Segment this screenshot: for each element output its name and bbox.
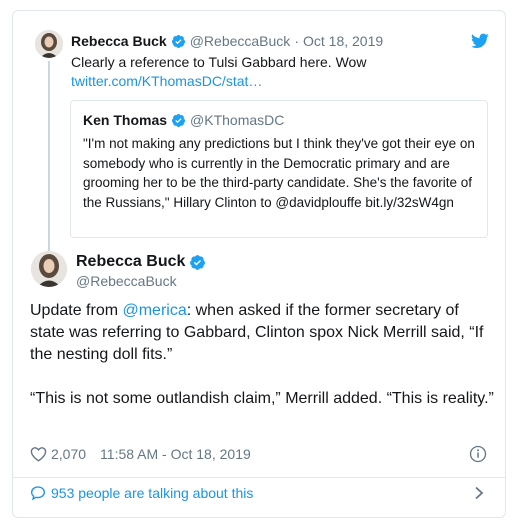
verified-badge-icon bbox=[171, 113, 186, 127]
quoted-tweet-text: "I'm not making any predictions but I th… bbox=[83, 136, 475, 210]
main-author-name-row: Rebecca Buck bbox=[76, 253, 210, 271]
quoted-author-handle: @KThomasDC bbox=[190, 112, 285, 128]
main-tweet-text: Update from @merica: when asked if the f… bbox=[30, 300, 494, 432]
merica-mention-link[interactable]: @merica bbox=[122, 302, 186, 319]
separator-dot: · bbox=[294, 33, 299, 49]
speech-bubble-icon bbox=[30, 486, 46, 501]
parent-tweet-date[interactable]: Oct 18, 2019 bbox=[303, 33, 383, 49]
parent-author-handle[interactable]: @RebeccaBuck bbox=[190, 33, 291, 49]
quoted-tweet[interactable]: Ken Thomas @KThomasDC "I'm not making an… bbox=[70, 100, 488, 238]
main-author-handle[interactable]: @RebeccaBuck bbox=[76, 273, 177, 289]
like-count[interactable]: 2,070 bbox=[51, 446, 86, 462]
thread-line bbox=[48, 61, 50, 253]
parent-avatar[interactable] bbox=[35, 30, 63, 58]
chevron-right-icon[interactable] bbox=[473, 486, 485, 500]
quoted-tweet-header: Ken Thomas @KThomasDC bbox=[83, 112, 284, 128]
parent-tweet-header: Rebecca Buck @RebeccaBuck · Oct 18, 2019 bbox=[71, 32, 383, 50]
main-author-name[interactable]: Rebecca Buck bbox=[76, 253, 185, 271]
tweet-meta-row: 2,070 11:58 AM - Oct 18, 2019 bbox=[30, 444, 251, 464]
twitter-bird-icon[interactable] bbox=[471, 33, 489, 49]
verified-badge-icon bbox=[190, 254, 206, 270]
tweet-timestamp[interactable]: 11:58 AM - Oct 18, 2019 bbox=[100, 446, 251, 462]
talking-label: 953 people are talking about this bbox=[51, 485, 254, 501]
verified-badge-icon bbox=[171, 34, 185, 48]
embedded-tweet-card: Rebecca Buck @RebeccaBuck · Oct 18, 2019… bbox=[12, 10, 506, 518]
parent-author-name[interactable]: Rebecca Buck bbox=[71, 33, 167, 49]
footer-divider bbox=[13, 477, 505, 478]
parent-tweet-link[interactable]: twitter.com/KThomasDC/stat… bbox=[71, 72, 262, 91]
quoted-author-name: Ken Thomas bbox=[83, 112, 168, 128]
conversation-link[interactable]: 953 people are talking about this bbox=[30, 483, 253, 503]
main-paragraph-2: “This is not some outlandish claim,” Mer… bbox=[30, 390, 494, 407]
main-paragraph-1: Update from @merica: when asked if the f… bbox=[30, 300, 494, 366]
heart-icon[interactable] bbox=[30, 446, 47, 462]
info-icon[interactable] bbox=[469, 445, 487, 463]
parent-tweet-text: Clearly a reference to Tulsi Gabbard her… bbox=[71, 54, 367, 70]
paragraph-1-prefix: Update from bbox=[30, 302, 123, 319]
main-avatar[interactable] bbox=[31, 251, 67, 287]
